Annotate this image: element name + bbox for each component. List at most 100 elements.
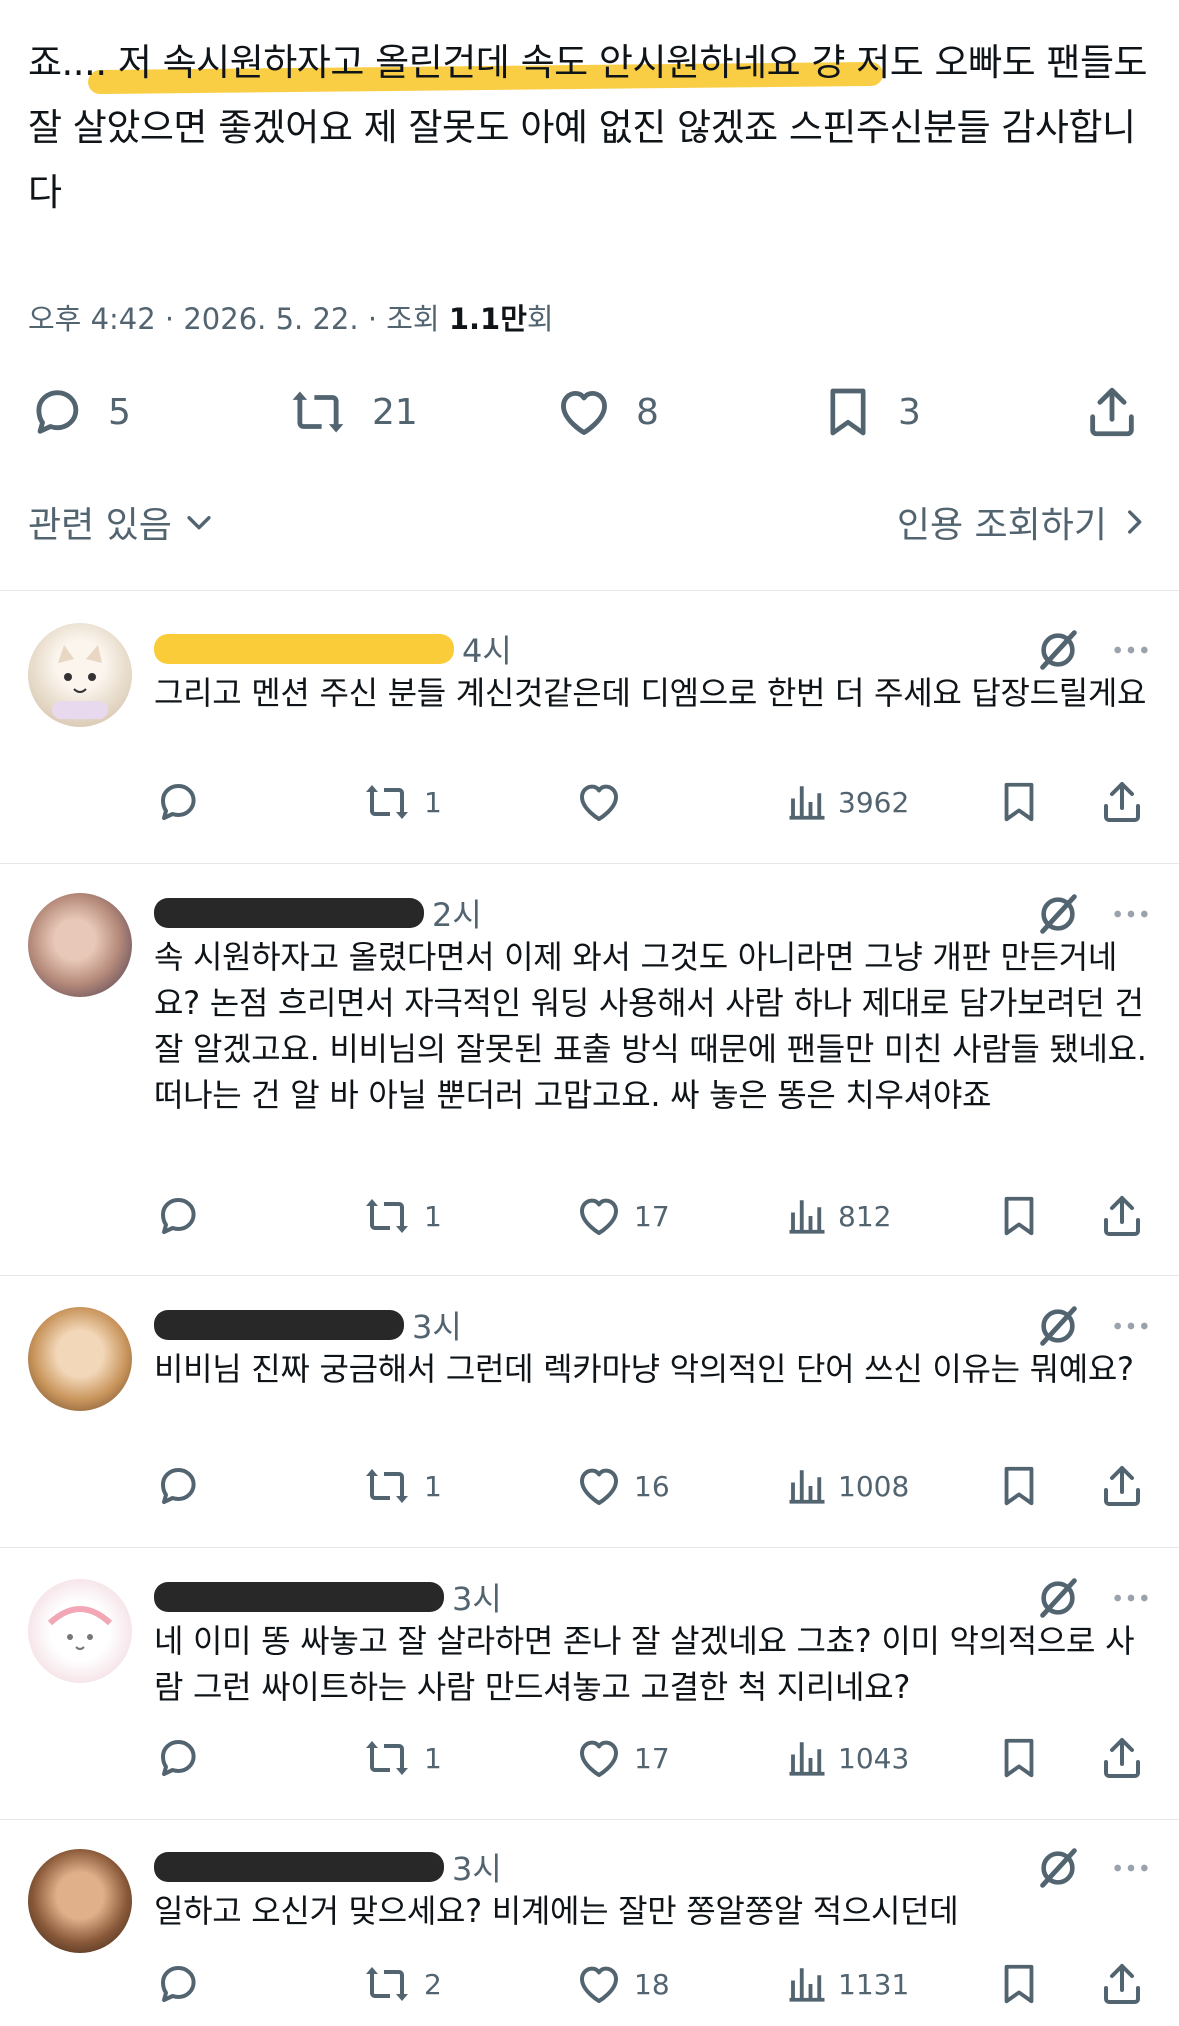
views-button[interactable]: 1043 — [786, 1733, 909, 1783]
reply-text: 비비님 진짜 궁금해서 그런데 렉카마냥 악의적인 단어 쓰신 이유는 뭐예요? — [154, 1350, 1134, 1388]
more-icon[interactable] — [1111, 1306, 1151, 1346]
related-filter-button[interactable]: 관련 있음 — [28, 496, 216, 548]
view-quotes-link[interactable]: 인용 조회하기 — [897, 496, 1151, 548]
reply-header: 3시 — [154, 1575, 502, 1619]
repost-icon — [286, 383, 350, 441]
views-count: 1043 — [838, 1741, 910, 1775]
repost-button[interactable]: 1 — [360, 777, 442, 827]
repost-icon — [360, 1734, 414, 1782]
redacted-username — [154, 634, 454, 664]
avatar[interactable] — [28, 1579, 132, 1683]
reply-icon — [154, 778, 202, 826]
like-button[interactable]: 17 — [574, 1733, 670, 1783]
grok-icon[interactable] — [1035, 627, 1081, 673]
bookmark-icon — [996, 778, 1042, 826]
views-count: 1008 — [838, 1469, 910, 1503]
grok-icon[interactable] — [1035, 1575, 1081, 1621]
avatar[interactable] — [28, 623, 132, 727]
bookmark-icon — [996, 1192, 1042, 1240]
like-icon — [554, 383, 614, 441]
like-icon — [574, 1462, 624, 1510]
post-timestamp: 오후 4:42 · 2026. 5. 22. · 조회 — [28, 302, 449, 336]
views-button[interactable]: 1008 — [786, 1461, 909, 1511]
reply-item[interactable]: 3시 네 이미 똥 싸놓고 잘 살라하면 존나 잘 살겠네요 그쵸? 이미 악의… — [0, 1547, 1179, 1820]
views-button[interactable]: 3962 — [786, 777, 909, 827]
reply-button[interactable] — [154, 1461, 202, 1511]
reply-button[interactable] — [154, 1191, 202, 1241]
reply-item[interactable]: 3시 일하고 오신거 맞으세요? 비계에는 잘만 쫑알쫑알 적으시던데 2 18… — [0, 1819, 1179, 2026]
like-icon — [574, 1734, 624, 1782]
reply-button[interactable] — [154, 777, 202, 827]
share-button[interactable] — [1098, 1959, 1146, 2009]
reply-icon — [154, 1192, 202, 1240]
repost-count: 1 — [424, 785, 442, 819]
more-icon[interactable] — [1111, 1578, 1151, 1618]
grok-icon[interactable] — [1035, 1303, 1081, 1349]
share-button[interactable] — [1098, 1733, 1146, 1783]
repost-button[interactable]: 2 — [360, 1959, 442, 2009]
like-button[interactable]: 16 — [574, 1461, 670, 1511]
views-button[interactable]: 1131 — [786, 1959, 909, 2009]
redacted-username — [154, 898, 424, 928]
reply-item[interactable]: 4시 그리고 멘션 주신 분들 계신것같은데 디엠으로 한번 더 주세요 답장드… — [0, 591, 1179, 864]
repost-button[interactable]: 1 — [360, 1733, 442, 1783]
share-button[interactable] — [1083, 380, 1141, 444]
more-icon[interactable] — [1111, 630, 1151, 670]
like-icon — [574, 1960, 624, 2008]
reply-item[interactable]: 3시 비비님 진짜 궁금해서 그런데 렉카마냥 악의적인 단어 쓰신 이유는 뭐… — [0, 1275, 1179, 1548]
like-icon — [574, 778, 624, 826]
views-button[interactable]: 812 — [786, 1191, 891, 1241]
reply-action-bar: 1 17 1043 — [0, 1733, 1179, 1783]
reply-item[interactable]: 2시 속 시원하자고 올렸다면서 이제 와서 그것도 아니라면 그냥 개판 만든… — [0, 863, 1179, 1276]
reply-header: 3시 — [154, 1303, 462, 1347]
reply-action-bar: 1 3962 — [0, 777, 1179, 827]
reply-header-actions — [1035, 1303, 1151, 1349]
share-button[interactable] — [1098, 1191, 1146, 1241]
grok-icon[interactable] — [1035, 1845, 1081, 1891]
share-button[interactable] — [1098, 1461, 1146, 1511]
reply-count: 5 — [108, 391, 131, 433]
grok-icon[interactable] — [1035, 891, 1081, 937]
bookmark-button[interactable] — [996, 1461, 1042, 1511]
avatar[interactable] — [28, 893, 132, 997]
reply-time: 3시 — [412, 1308, 462, 1346]
like-button[interactable] — [574, 777, 634, 827]
bookmark-button[interactable] — [996, 1733, 1042, 1783]
reply-header: 2시 — [154, 891, 482, 935]
repost-count: 2 — [424, 1967, 442, 2001]
bookmark-button[interactable] — [996, 1191, 1042, 1241]
reply-text: 그리고 멘션 주신 분들 계신것같은데 디엠으로 한번 더 주세요 답장드릴게요 — [154, 674, 1147, 712]
repost-button[interactable]: 1 — [360, 1461, 442, 1511]
reply-button[interactable] — [154, 1959, 202, 2009]
reply-header: 4시 — [154, 627, 512, 671]
repost-icon — [360, 1462, 414, 1510]
repost-icon — [360, 1192, 414, 1240]
reply-time: 3시 — [452, 1580, 502, 1618]
like-button[interactable]: 8 — [554, 380, 659, 444]
like-button[interactable]: 17 — [574, 1191, 670, 1241]
reply-time: 3시 — [452, 1850, 502, 1888]
bookmark-button[interactable]: 3 — [820, 380, 921, 444]
like-button[interactable]: 18 — [574, 1959, 670, 2009]
repost-icon — [360, 778, 414, 826]
views-icon — [786, 1961, 828, 2007]
share-button[interactable] — [1098, 777, 1146, 827]
repost-button[interactable]: 1 — [360, 1191, 442, 1241]
reply-button[interactable] — [154, 1733, 202, 1783]
bookmark-button[interactable] — [996, 777, 1042, 827]
repost-button[interactable]: 21 — [286, 380, 418, 444]
views-icon — [786, 779, 828, 825]
more-icon[interactable] — [1111, 894, 1151, 934]
like-count: 16 — [634, 1469, 670, 1503]
post-views-suffix: 회 — [526, 302, 554, 336]
bookmark-button[interactable] — [996, 1959, 1042, 2009]
share-icon — [1098, 1192, 1146, 1240]
reply-button[interactable]: 5 — [28, 380, 131, 444]
more-icon[interactable] — [1111, 1848, 1151, 1888]
avatar[interactable] — [28, 1307, 132, 1411]
bookmark-icon — [996, 1960, 1042, 2008]
post-views-count: 1.1만 — [448, 302, 527, 336]
repost-count: 1 — [424, 1199, 442, 1233]
like-count: 17 — [634, 1741, 670, 1775]
avatar[interactable] — [28, 1849, 132, 1953]
